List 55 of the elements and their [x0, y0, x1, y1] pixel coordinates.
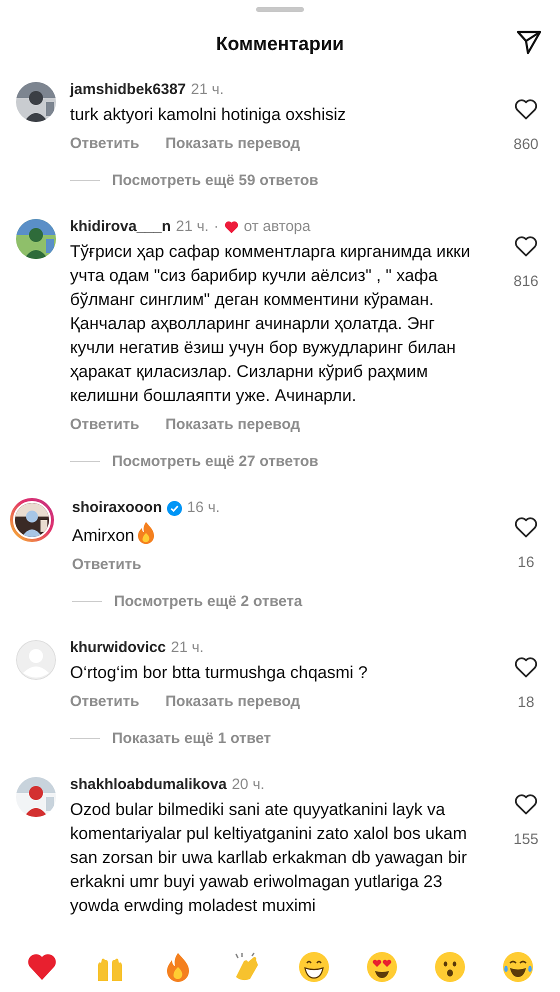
author-label: от автора: [244, 217, 310, 237]
reply-button[interactable]: Ответить: [70, 693, 140, 710]
heart-icon: [514, 656, 538, 678]
username[interactable]: shakhloabdumalikova: [70, 775, 227, 795]
like-count: 860: [513, 136, 539, 153]
like-button[interactable]: [514, 516, 538, 538]
grinning-face-icon: [298, 951, 330, 983]
like-count: 816: [513, 273, 539, 290]
translate-button[interactable]: Показать перевод: [165, 135, 300, 152]
comment-text: O‘rtog‘im bor btta turmushga chqasmi ?: [70, 662, 369, 684]
reply-button[interactable]: Ответить: [72, 556, 142, 573]
send-button[interactable]: [516, 29, 542, 55]
tears-of-joy-face-icon: [502, 951, 534, 983]
reaction-button[interactable]: [366, 951, 398, 983]
timestamp: 21 ч.: [176, 217, 209, 237]
timestamp: 20 ч.: [232, 775, 265, 795]
timestamp: 16 ч.: [187, 498, 220, 518]
username[interactable]: khidirova___n: [70, 217, 171, 237]
heart-icon: [514, 516, 538, 538]
heart-icon: [514, 98, 538, 120]
view-replies-button[interactable]: Посмотреть ещё 2 ответа: [114, 593, 302, 610]
like-count: 16: [518, 554, 534, 571]
heart-icon: [514, 793, 538, 815]
like-button[interactable]: [514, 656, 538, 678]
like-button[interactable]: [514, 98, 538, 120]
username[interactable]: jamshidbek6387: [70, 80, 186, 100]
separator-dot: ·: [214, 217, 219, 237]
header-title: Комментарии: [216, 34, 344, 56]
view-replies-button[interactable]: Посмотреть ещё 27 ответов: [112, 453, 318, 470]
comment-text: Тўғриси ҳар сафар комментларга кирганимда икки учта одам "сиз барибир кучли аёлсиз" , " хафа бўлманг синглим" деган комментини кўраман. Қанчалар аҳволларинг ачинарли ҳолатда. Энг кучли негатив ёзиш учун бор вужудларинг билан ҳаракат қиласизлар. Сизларни кўриб раҳмим келишни бошлаяпти уже. Ачинарли.: [70, 241, 472, 407]
view-replies-button[interactable]: Показать ещё 1 ответ: [112, 730, 271, 747]
username[interactable]: khurwidovicc: [70, 638, 166, 658]
translate-button[interactable]: Показать перевод: [165, 693, 300, 710]
username[interactable]: shoiraxooon: [72, 498, 162, 518]
heart-eyes-face-icon: [366, 951, 398, 983]
like-count: 18: [518, 694, 534, 711]
avatar-icon: [16, 640, 56, 680]
comment-text: turk aktyori kamolni hotiniga oxshisiz: [70, 104, 347, 126]
reaction-button[interactable]: [502, 951, 534, 983]
like-button[interactable]: [514, 793, 538, 815]
like-count: 155: [513, 831, 539, 848]
comment-text: Ozod bular bilmediki sani ate quyyatkanini layk va komentariyalar pul keltiyatganini zato xalol bos ukam san zorsan bir uwa karllab erkakman db yawagan bir erkakni umr buyi yawab eriwolmagan yutlariga 23 yowda erwding moladest muximi: [70, 799, 468, 917]
reply-button[interactable]: Ответить: [70, 416, 140, 433]
like-button[interactable]: [514, 235, 538, 257]
translate-button[interactable]: Показать перевод: [165, 416, 300, 433]
view-replies-button[interactable]: Посмотреть ещё 59 ответов: [112, 172, 318, 189]
timestamp: 21 ч.: [170, 638, 204, 658]
timestamp: 21 ч.: [190, 80, 224, 100]
send-icon: [516, 29, 542, 55]
comment-text: Amirxon: [72, 521, 476, 548]
reaction-button[interactable]: [434, 951, 466, 983]
reply-button[interactable]: Ответить: [70, 135, 140, 152]
surprised-face-icon: [434, 951, 466, 983]
reaction-button[interactable]: [298, 951, 330, 983]
heart-icon: [514, 235, 538, 257]
